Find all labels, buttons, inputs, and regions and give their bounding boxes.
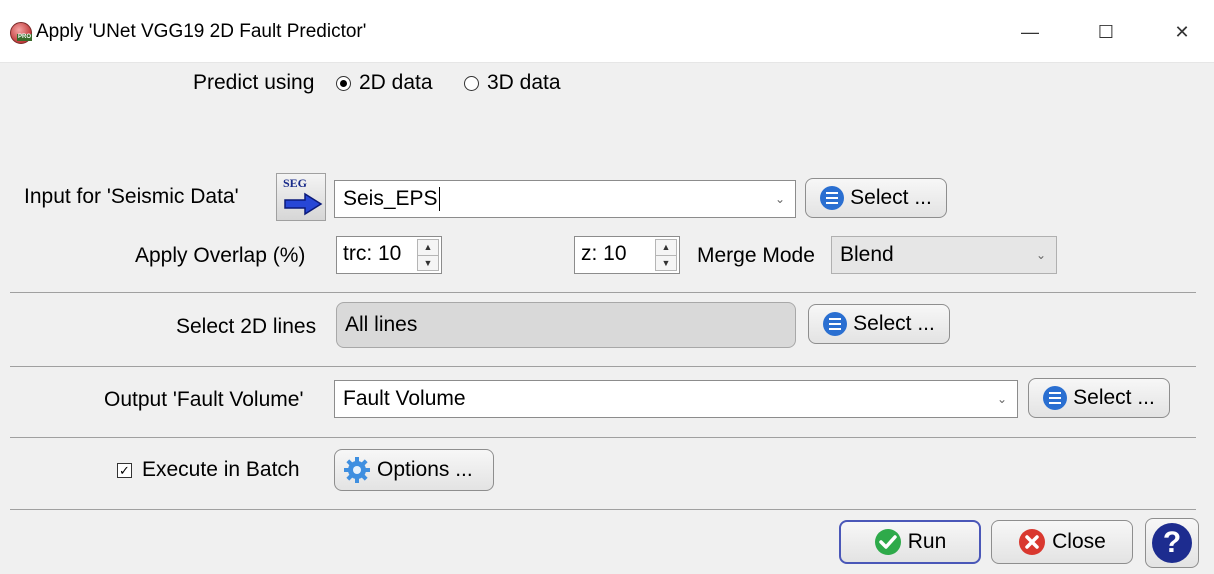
trc-spinbox[interactable]: trc: 10 ▲ ▼ — [336, 236, 442, 274]
batch-checkbox[interactable]: ✓ Execute in Batch — [117, 456, 300, 484]
separator — [10, 292, 1196, 293]
lines-select-label: Select ... — [853, 312, 935, 335]
output-value: Fault Volume — [343, 387, 466, 410]
options-label: Options ... — [377, 458, 473, 481]
chevron-down-icon[interactable]: ⌄ — [775, 185, 785, 213]
input-select-label: Select ... — [850, 186, 932, 209]
predict-label: Predict using — [193, 71, 315, 94]
minimize-icon[interactable]: — — [1010, 14, 1050, 50]
close-label: Close — [1052, 530, 1106, 553]
close-button[interactable]: Close — [991, 520, 1133, 564]
gear-icon — [344, 457, 370, 483]
list-icon — [823, 312, 848, 336]
chevron-down-icon[interactable]: ⌄ — [997, 385, 1007, 413]
overlap-label: Apply Overlap (%) — [135, 244, 306, 267]
output-combo[interactable]: Fault Volume ⌄ — [334, 380, 1018, 418]
merge-mode-combo[interactable]: Blend ⌄ — [831, 236, 1057, 274]
z-value: z: 10 — [581, 242, 627, 265]
batch-label: Execute in Batch — [142, 458, 300, 481]
close-window-icon[interactable]: ✕ — [1162, 14, 1202, 50]
radio-2d[interactable]: 2D data — [336, 69, 433, 97]
radio-3d-label: 3D data — [487, 71, 561, 94]
spin-up-icon[interactable]: ▲ — [418, 240, 438, 256]
run-label: Run — [907, 530, 947, 553]
input-label: Input for 'Seismic Data' — [24, 185, 239, 208]
app-icon-badge: PRO — [17, 34, 33, 41]
radio-2d-icon[interactable] — [336, 75, 351, 91]
app-icon: PRO — [10, 22, 33, 44]
separator — [10, 509, 1196, 510]
z-spinbox[interactable]: z: 10 ▲ ▼ — [574, 236, 680, 274]
spin-down-icon[interactable]: ▼ — [656, 255, 676, 270]
output-label: Output 'Fault Volume' — [104, 388, 304, 411]
import-arrow-icon — [284, 192, 323, 216]
spin-down-icon[interactable]: ▼ — [418, 255, 438, 270]
spin-up-icon[interactable]: ▲ — [656, 240, 676, 256]
radio-3d-icon[interactable] — [464, 75, 479, 91]
close-circle-icon — [1019, 529, 1046, 555]
input-combo[interactable]: Seis_EPS ⌄ — [334, 180, 796, 218]
list-icon — [1043, 386, 1068, 410]
help-button[interactable]: ? — [1145, 518, 1199, 568]
input-select-button[interactable]: Select ... — [805, 178, 947, 218]
chevron-down-icon[interactable]: ⌄ — [1036, 241, 1046, 269]
check-circle-icon — [874, 529, 901, 555]
separator — [10, 437, 1196, 438]
options-button[interactable]: Options ... — [334, 449, 494, 491]
trc-value: trc: 10 — [343, 242, 402, 265]
lines-value: All lines — [345, 313, 418, 336]
seg-import-button[interactable]: SEG — [276, 173, 326, 221]
output-select-label: Select ... — [1073, 386, 1155, 409]
seg-icon-text: SEG — [283, 176, 308, 190]
lines-select-button[interactable]: Select ... — [808, 304, 950, 344]
list-icon — [820, 186, 845, 210]
separator — [10, 366, 1196, 367]
merge-mode-label: Merge Mode — [697, 244, 815, 267]
run-button[interactable]: Run — [839, 520, 981, 564]
radio-3d[interactable]: 3D data — [464, 69, 561, 97]
input-value: Seis_EPS — [343, 187, 438, 210]
help-icon: ? — [1152, 523, 1192, 563]
checkbox-checked-icon[interactable]: ✓ — [117, 462, 132, 478]
lines-field[interactable]: All lines — [336, 302, 796, 348]
maximize-icon[interactable]: ☐ — [1086, 14, 1126, 50]
output-select-button[interactable]: Select ... — [1028, 378, 1170, 418]
merge-mode-value: Blend — [840, 243, 894, 266]
radio-2d-label: 2D data — [359, 71, 433, 94]
lines-label: Select 2D lines — [176, 315, 317, 338]
window-title: Apply 'UNet VGG19 2D Fault Predictor' — [36, 21, 367, 42]
